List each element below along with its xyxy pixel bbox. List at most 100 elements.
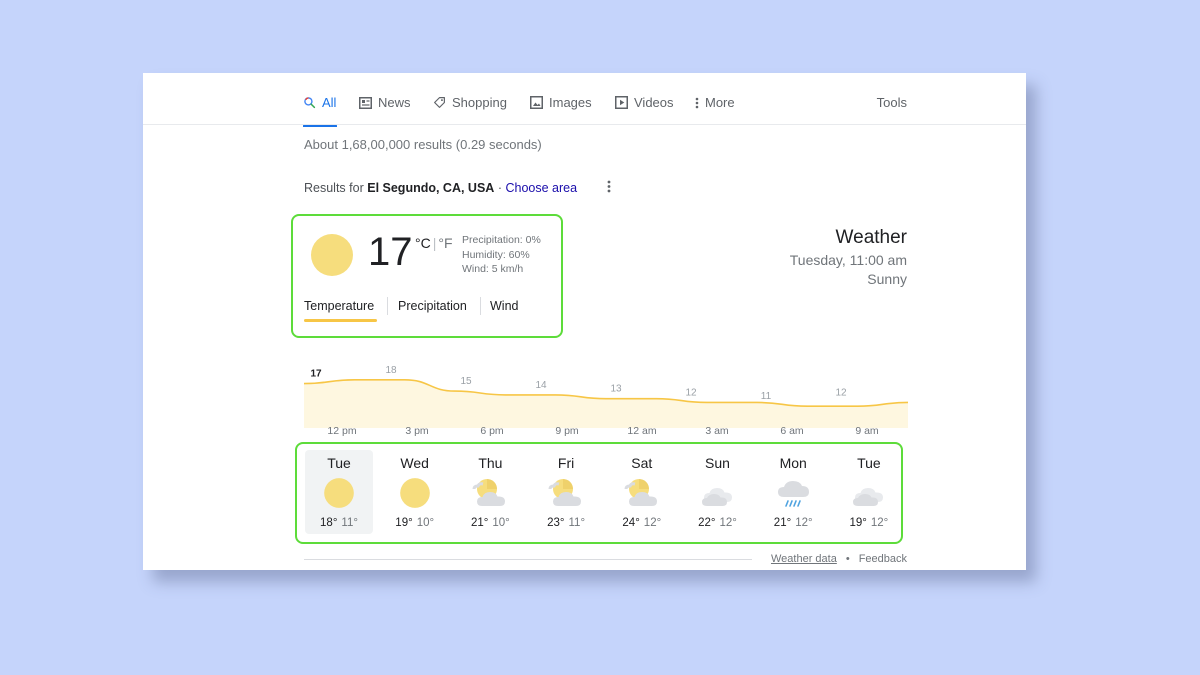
sun-icon (397, 475, 433, 511)
forecast-day-temps: 19° 12° (835, 517, 903, 529)
temperature-point-label: 13 (610, 384, 622, 395)
forecast-day-name: Tue (327, 455, 351, 471)
partly-cloudy-icon (472, 475, 508, 511)
forecast-day-temps: 23° 11° (532, 517, 600, 529)
temperature-point-label: 18 (385, 365, 397, 376)
weather-data-link[interactable]: Weather data (771, 553, 837, 565)
tab-news[interactable]: News (359, 95, 411, 110)
forecast-day-name: Tue (857, 455, 881, 471)
tab-videos-label: Videos (634, 95, 674, 110)
forecast-day-tue[interactable]: Tue 18° 11° (305, 450, 373, 534)
forecast-day-name: Mon (779, 455, 807, 471)
weather-time: Tuesday, 11:00 am (789, 252, 907, 268)
tab-images[interactable]: Images (530, 95, 592, 110)
temperature-point-label: 17 (310, 369, 322, 380)
cloud-icon (851, 475, 887, 511)
search-tabs: All News Shopping Images Videos More (303, 93, 908, 127)
temperature-point-label: 12 (685, 387, 697, 398)
forecast-day-sun[interactable]: Sun 22° 12° (684, 450, 752, 534)
forecast-day-temps: 18° 11° (305, 517, 373, 529)
forecast-day-name: Sun (705, 455, 730, 471)
temperature-point-label: 15 (460, 376, 472, 387)
weather-tab-divider (387, 297, 388, 315)
temperature-chart: 17 18 15 14 13 12 11 12 (304, 365, 908, 428)
location-line: Results for El Segundo, CA, USA · Choose… (304, 180, 611, 195)
tab-wind[interactable]: Wind (490, 299, 518, 313)
footer-separator: • (845, 553, 850, 565)
forecast-high: 22° (698, 517, 716, 529)
tab-more-label: More (705, 95, 735, 110)
unit-separator: | (432, 235, 437, 251)
rain-icon (775, 475, 811, 511)
forecast-high: 21° (773, 517, 792, 529)
forecast-day-tue[interactable]: Tue 19° 12° (835, 450, 903, 534)
forecast-day-sat[interactable]: Sat 24° 12° (608, 450, 676, 534)
choose-area-link[interactable]: Choose area (505, 181, 577, 195)
tabs-divider (143, 124, 1026, 125)
forecast-low: 12° (795, 517, 813, 529)
forecast-day-mon[interactable]: Mon 21° 12° (759, 450, 827, 534)
forecast-low: 10° (416, 517, 435, 529)
news-icon (359, 96, 372, 109)
footer-divider (304, 559, 752, 560)
tab-more[interactable]: More (695, 95, 735, 110)
result-stats: About 1,68,00,000 results (0.29 seconds) (304, 137, 542, 152)
hourly-time-label: 3 am (705, 425, 729, 437)
tab-precipitation[interactable]: Precipitation (398, 299, 467, 313)
forecast-day-thu[interactable]: Thu 21° 10° (456, 450, 524, 534)
forecast-high: 23° (547, 517, 565, 529)
forecast-high: 21° (471, 517, 489, 529)
forecast-day-temps: 24° 12° (608, 517, 676, 529)
unit-celsius[interactable]: °C (415, 235, 431, 251)
hourly-time-label: 12 am (627, 425, 657, 437)
forecast-high: 19° (395, 517, 413, 529)
tools-button[interactable]: Tools (877, 95, 907, 110)
image-icon (530, 96, 543, 109)
tab-shopping-label: Shopping (452, 95, 507, 110)
forecast-low: 12° (719, 517, 737, 529)
forecast-day-name: Thu (478, 455, 503, 471)
forecast-low: 11° (341, 517, 358, 529)
forecast-day-temps: 19° 10° (381, 517, 449, 529)
tab-all[interactable]: All (303, 95, 337, 127)
forecast-day-fri[interactable]: Fri 23° 11° (532, 450, 600, 534)
more-vertical-icon (695, 97, 699, 109)
weather-condition: Sunny (867, 271, 907, 287)
feedback-link[interactable]: Feedback (859, 553, 907, 565)
forecast-low: 12° (870, 517, 889, 529)
options-menu-icon[interactable] (607, 180, 611, 196)
unit-fahrenheit[interactable]: °F (438, 235, 452, 251)
tab-images-label: Images (549, 95, 592, 110)
hourly-time-label: 6 am (780, 425, 804, 437)
weather-details: Precipitation: 0% Humidity: 60% Wind: 5 … (462, 233, 541, 277)
forecast-high: 19° (849, 517, 867, 529)
temperature-tab-indicator (304, 319, 377, 322)
temperature-point-label: 11 (761, 391, 772, 402)
weather-title: Weather (835, 227, 907, 248)
location-place: El Segundo, CA, USA (367, 181, 495, 195)
unit-switcher: °C | °F (415, 235, 453, 251)
search-icon (303, 96, 316, 109)
forecast-day-temps: 22° 12° (684, 517, 752, 529)
sun-icon (321, 475, 357, 511)
forecast-low: 11° (568, 517, 586, 529)
temperature-point-label: 14 (535, 380, 547, 391)
forecast-low: 10° (492, 517, 510, 529)
hourly-time-label: 3 pm (405, 425, 429, 437)
play-icon (615, 96, 628, 109)
tab-temperature[interactable]: Temperature (304, 299, 374, 313)
weather-footer: Weather data • Feedback (771, 553, 907, 565)
sun-icon (311, 234, 353, 276)
tab-shopping[interactable]: Shopping (433, 95, 507, 110)
precipitation-value: Precipitation: 0% (462, 234, 541, 246)
hourly-time-label: 12 pm (327, 425, 357, 437)
tab-all-label: All (322, 95, 337, 110)
cloud-icon (700, 475, 736, 511)
forecast-day-name: Sat (631, 455, 653, 471)
tab-videos[interactable]: Videos (615, 95, 674, 110)
hourly-time-label: 9 pm (555, 425, 579, 437)
forecast-day-name: Wed (400, 455, 429, 471)
humidity-value: Humidity: 60% (462, 248, 530, 261)
tab-news-label: News (378, 95, 411, 110)
forecast-day-wed[interactable]: Wed 19° 10° (381, 450, 449, 534)
